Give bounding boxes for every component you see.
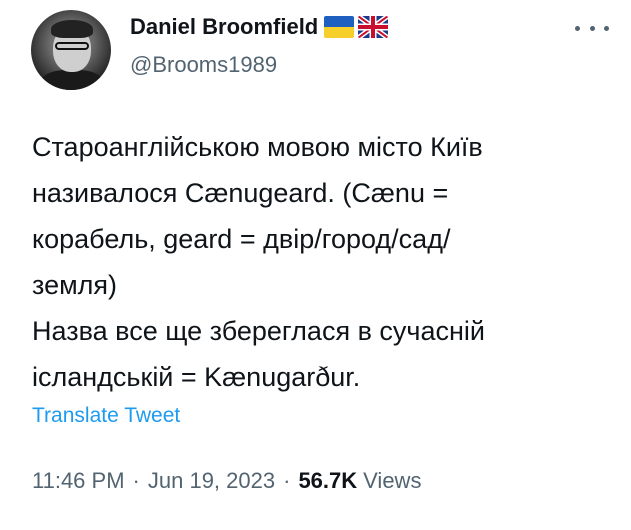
dot: [575, 25, 580, 31]
meta-separator: ·: [132, 468, 140, 493]
uk-flag-icon: [358, 16, 389, 38]
dot: [589, 25, 595, 31]
avatar-glasses: [55, 42, 89, 50]
author-name-row: Daniel Broomfield: [130, 12, 389, 42]
views-label[interactable]: Views: [363, 468, 421, 494]
ukraine-flag-icon: [324, 16, 355, 38]
tweet-card: Daniel Broomfield @Brooms1989 Староанглі…: [0, 0, 631, 530]
avatar-shirt: [41, 70, 103, 90]
tweet-time[interactable]: 11:46 PM: [32, 468, 125, 494]
tweet-date[interactable]: Jun 19, 2023: [148, 468, 275, 494]
tweet-text-line: земля): [32, 270, 118, 300]
avatar-hair: [51, 20, 93, 38]
author-handle[interactable]: @Brooms1989: [130, 52, 277, 78]
more-options-icon[interactable]: [575, 18, 609, 38]
meta-separator: ·: [283, 468, 291, 493]
tweet-text-line: Староанглійською мовою місто Київ: [32, 132, 483, 162]
tweet-text: Староанглійською мовою місто Київ назива…: [32, 124, 607, 400]
translate-tweet-link[interactable]: Translate Tweet: [32, 404, 180, 428]
tweet-meta: 11:46 PM · Jun 19, 2023 · 56.7K Views: [32, 468, 421, 494]
views-count[interactable]: 56.7K: [298, 468, 357, 494]
tweet-text-line: ісландській = Kænugarður.: [32, 362, 361, 392]
tweet-text-line: Назва все ще збереглася в сучасній: [32, 316, 485, 346]
author-display-name[interactable]: Daniel Broomfield: [130, 14, 318, 40]
avatar[interactable]: [31, 10, 111, 90]
tweet-text-line: називалося Cænugeard. (Cænu =: [32, 178, 449, 208]
tweet-text-line: корабель, geard = двір/город/сад/: [32, 224, 451, 254]
dot: [604, 25, 609, 31]
